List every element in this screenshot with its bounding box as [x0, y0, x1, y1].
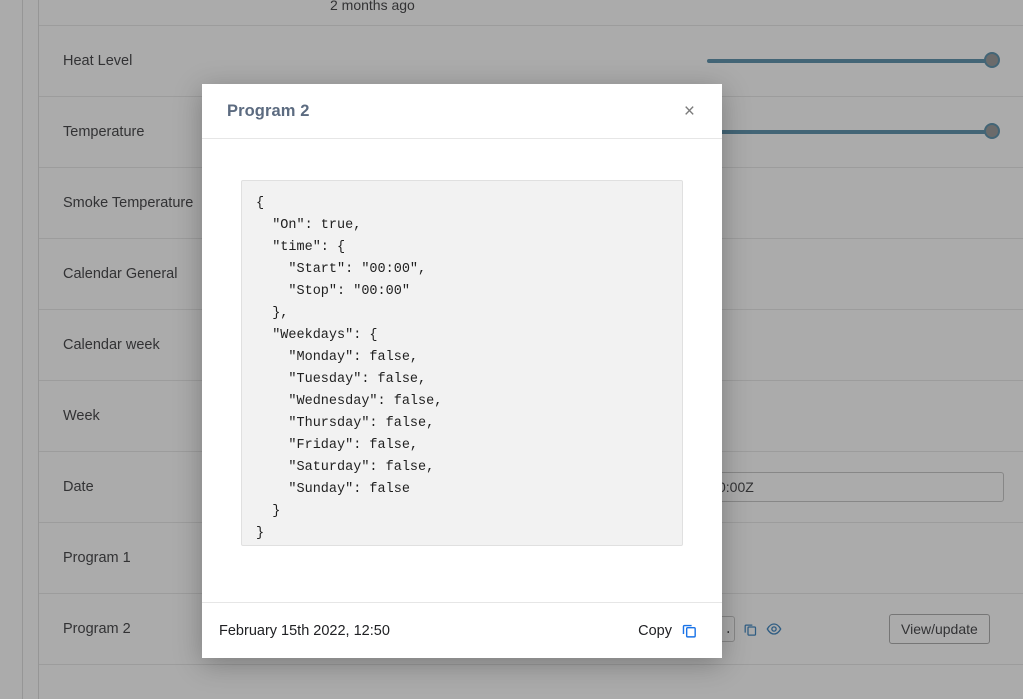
json-code-block[interactable]: { "On": true, "time": { "Start": "00:00"… [241, 180, 683, 546]
copy-icon [681, 622, 698, 639]
screen: 2 months ago Status aduro_state OFF 2 mo… [0, 0, 1023, 699]
copy-button-label: Copy [638, 622, 672, 639]
copy-button[interactable]: Copy [638, 622, 698, 639]
program-2-dialog: Program 2 × { "On": true, "time": { "Sta… [202, 84, 722, 658]
dialog-footer: February 15th 2022, 12:50 Copy [202, 602, 722, 658]
dialog-body: { "On": true, "time": { "Start": "00:00"… [202, 139, 722, 602]
last-updated-timestamp: February 15th 2022, 12:50 [219, 622, 390, 639]
dialog-title: Program 2 [227, 101, 310, 120]
dialog-header: Program 2 × [202, 84, 722, 139]
close-icon[interactable]: × [681, 100, 698, 123]
